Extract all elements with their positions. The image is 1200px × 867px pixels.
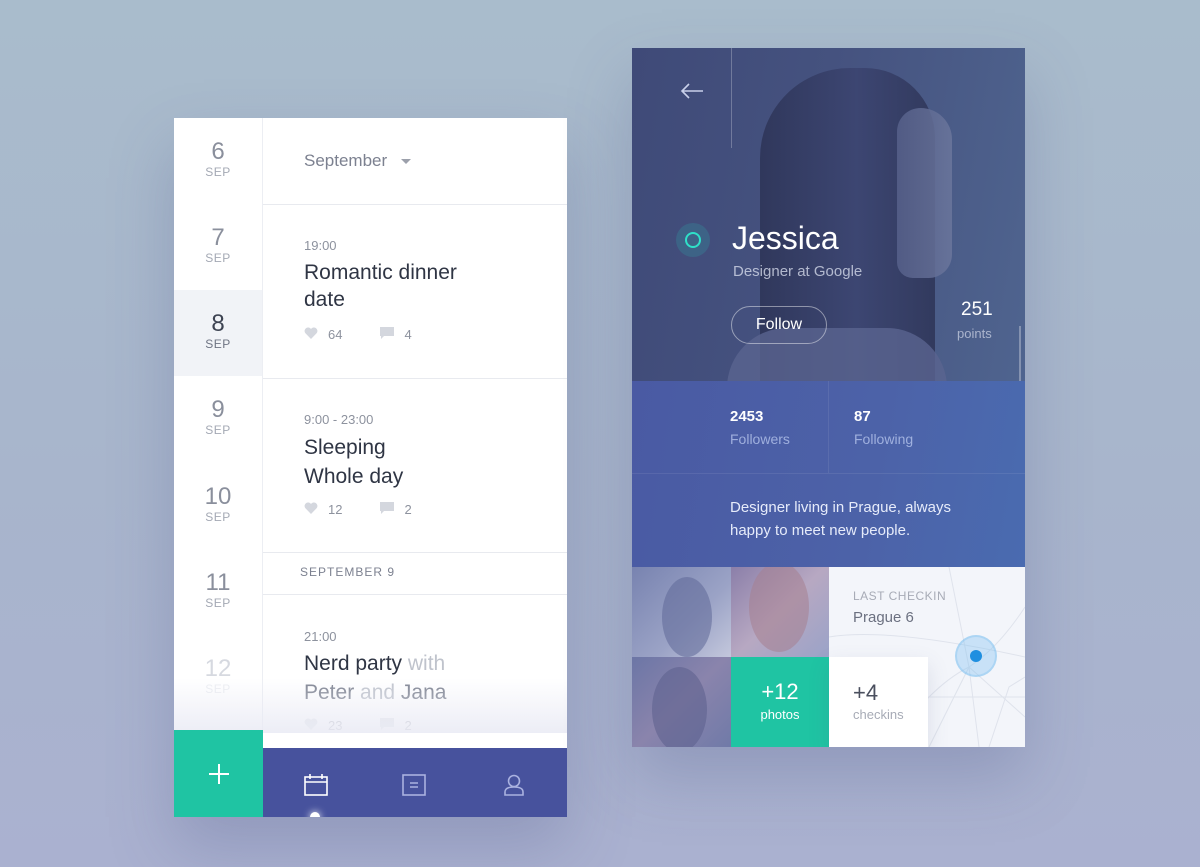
day-month: SEP <box>205 596 231 610</box>
comment-icon[interactable] <box>380 327 395 342</box>
event-title-line: Sleeping <box>304 436 386 459</box>
scrollbar[interactable] <box>1019 326 1021 381</box>
day-item[interactable]: 11 SEP <box>174 549 262 635</box>
event-title-line: date <box>304 288 345 311</box>
day-number: 11 <box>205 569 231 596</box>
divider <box>828 381 829 473</box>
section-label: SEPTEMBER 9 <box>300 565 396 579</box>
checkins-button[interactable]: +4 checkins <box>829 657 928 747</box>
following-label[interactable]: Following <box>854 431 913 447</box>
user-icon <box>504 774 524 796</box>
bottom-tab-bar <box>263 748 567 817</box>
event-meta: 64 4 <box>304 327 412 342</box>
profile-hero: Jessica Designer at Google Follow 251 po… <box>632 48 1025 381</box>
heart-icon[interactable] <box>304 327 318 342</box>
chevron-down-icon[interactable] <box>401 159 411 164</box>
event-meta: 12 2 <box>304 502 412 517</box>
event-card[interactable]: 19:00 Romantic dinner date 64 4 <box>263 206 567 378</box>
event-title: Sleeping Whole day <box>304 433 504 491</box>
checkins-label: checkins <box>853 707 904 722</box>
event-time: 21:00 <box>304 629 337 644</box>
day-month: SEP <box>205 251 231 265</box>
calendar-icon <box>304 774 328 796</box>
comment-icon[interactable] <box>380 502 395 517</box>
points-label: points <box>957 326 992 341</box>
day-item[interactable]: 6 SEP <box>174 118 262 204</box>
day-number: 7 <box>211 224 225 251</box>
plus-icon <box>208 763 229 784</box>
month-selector[interactable]: September <box>304 151 387 171</box>
day-number: 10 <box>204 483 232 510</box>
location-pin-icon[interactable] <box>955 635 997 677</box>
day-item[interactable]: 9 SEP <box>174 376 262 462</box>
comments-count: 4 <box>404 327 412 342</box>
photo-thumbnail[interactable] <box>632 567 731 657</box>
profile-role: Designer at Google <box>733 263 863 280</box>
divider <box>731 48 732 148</box>
scroll-fade <box>174 678 567 733</box>
divider <box>632 473 1025 474</box>
heart-icon[interactable] <box>304 502 318 517</box>
photos-label: photos <box>760 707 800 722</box>
day-number: 8 <box>211 310 225 337</box>
arrow-left-icon <box>680 83 703 99</box>
more-photos-button[interactable]: +12 photos <box>731 657 829 747</box>
event-title-part: Nerd party <box>304 652 403 675</box>
day-month: SEP <box>205 165 231 179</box>
day-number: 6 <box>211 138 225 165</box>
online-status-icon <box>676 223 710 257</box>
event-title-line: Romantic dinner <box>304 261 457 284</box>
tab-list[interactable] <box>399 770 429 800</box>
photo-thumbnail[interactable] <box>731 567 829 657</box>
tab-calendar[interactable] <box>301 770 331 800</box>
event-title: Romantic dinner date <box>304 259 504 313</box>
tab-profile[interactable] <box>499 770 529 800</box>
profile-photo-face <box>897 108 952 278</box>
day-month: SEP <box>205 510 231 524</box>
profile-name: Jessica <box>732 220 839 256</box>
back-button[interactable] <box>679 81 705 101</box>
profile-screen: Jessica Designer at Google Follow 251 po… <box>632 48 1025 747</box>
followers-label[interactable]: Followers <box>730 431 790 447</box>
photo-thumbnail[interactable] <box>632 657 731 747</box>
following-count[interactable]: 87 <box>854 408 871 425</box>
points-value: 251 <box>961 299 993 320</box>
last-checkin-place: Prague 6 <box>853 609 914 626</box>
event-card[interactable]: 9:00 - 23:00 Sleeping Whole day 12 2 <box>263 379 567 551</box>
comments-count: 2 <box>404 502 412 517</box>
divider <box>263 552 567 553</box>
day-item[interactable]: 10 SEP <box>174 463 262 549</box>
event-title-part: with <box>402 652 446 675</box>
day-number: 9 <box>211 396 225 423</box>
likes-count: 64 <box>328 327 343 342</box>
day-month: SEP <box>205 423 231 437</box>
list-icon <box>402 774 426 796</box>
event-time: 9:00 - 23:00 <box>304 412 374 427</box>
checkins-count: +4 <box>853 680 879 705</box>
calendar-header: September 3 <box>263 118 567 205</box>
day-item[interactable]: 7 SEP <box>174 204 262 290</box>
profile-stats: 2453 Followers 87 Following Designer liv… <box>632 381 1025 567</box>
active-tab-indicator <box>310 812 320 817</box>
day-picker: 6 SEP 7 SEP 8 SEP 9 SEP 10 SEP 11 SEP 12… <box>174 118 263 730</box>
photos-count: +12 <box>761 679 799 704</box>
followers-count[interactable]: 2453 <box>730 408 763 425</box>
event-time: 19:00 <box>304 238 337 253</box>
follow-button[interactable]: Follow <box>731 306 827 344</box>
day-item-selected[interactable]: 8 SEP <box>174 290 262 376</box>
calendar-screen: 6 SEP 7 SEP 8 SEP 9 SEP 10 SEP 11 SEP 12… <box>174 118 567 817</box>
last-checkin-label: LAST CHECKIN <box>853 589 947 603</box>
add-event-button[interactable] <box>174 730 263 817</box>
likes-count: 12 <box>328 502 343 517</box>
profile-bio: Designer living in Prague, always happy … <box>730 499 951 539</box>
event-title-line: Whole day <box>304 465 404 488</box>
day-month: SEP <box>205 337 231 351</box>
